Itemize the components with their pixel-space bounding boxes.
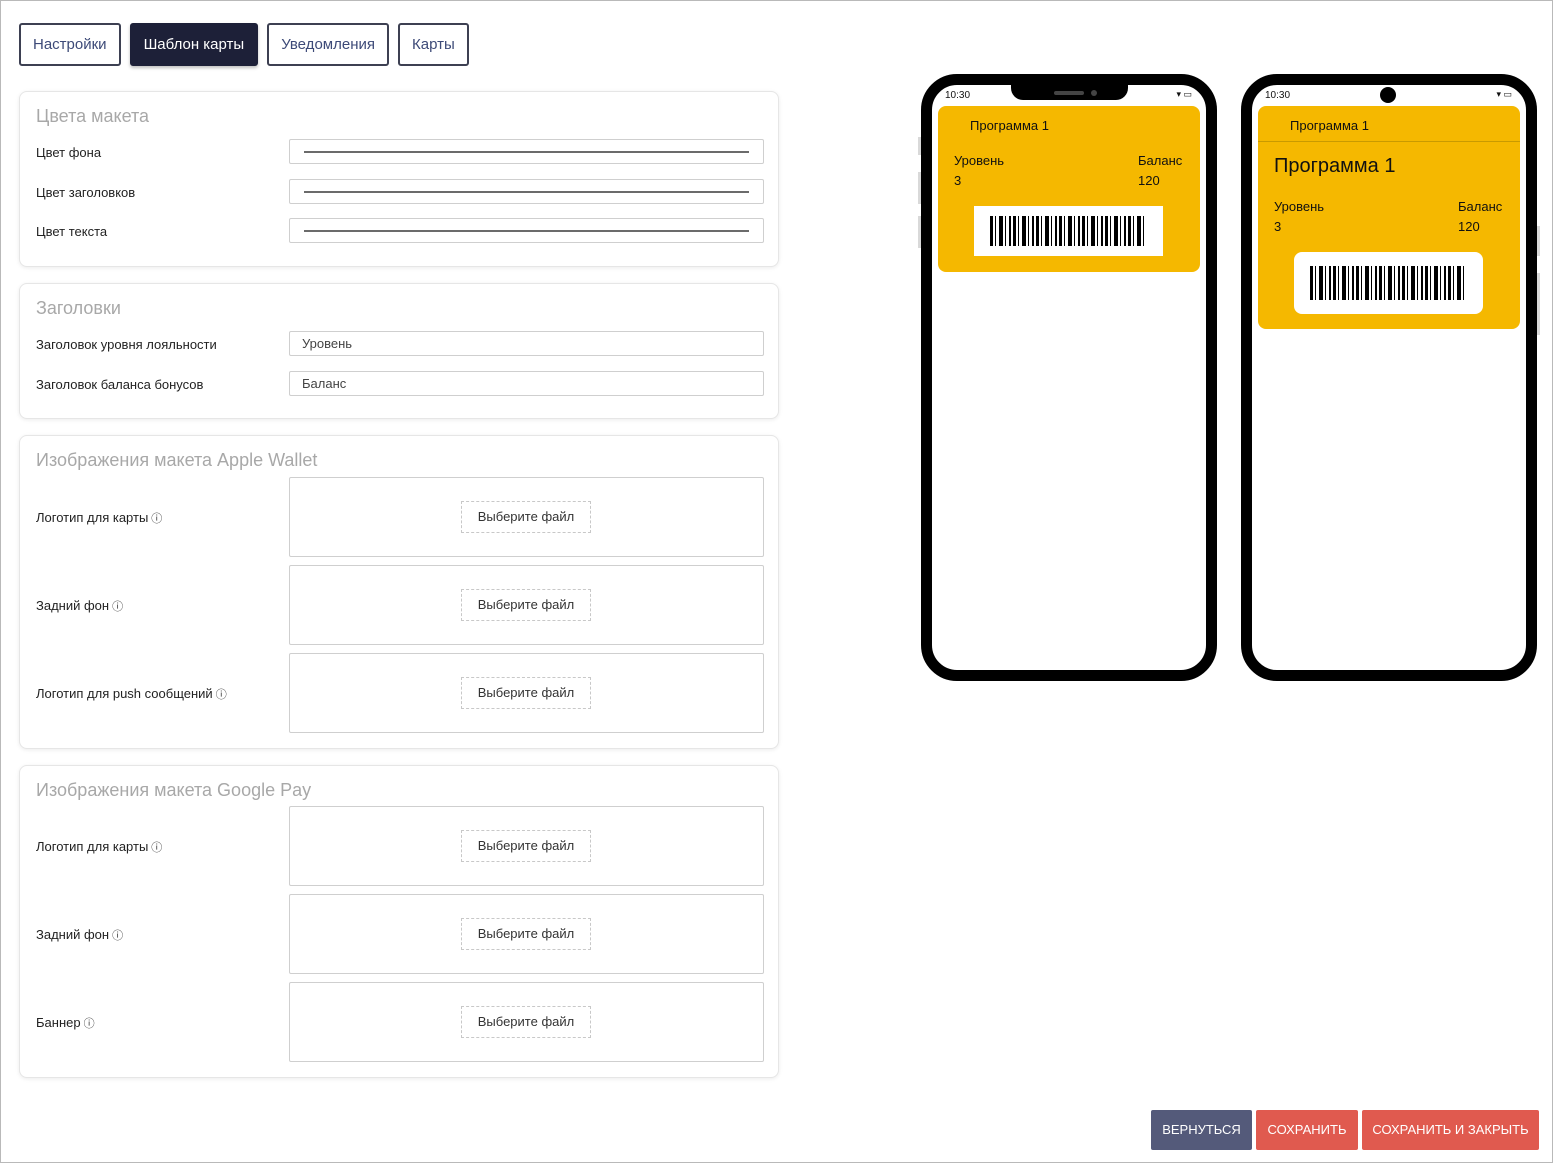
info-icon[interactable]: ⓘ (84, 1018, 95, 1030)
headers-color-picker[interactable] (289, 179, 764, 204)
speaker-bar (1054, 91, 1084, 95)
section-title: Цвета макета (36, 106, 150, 126)
front-camera (1091, 90, 1097, 96)
apple-wallet-card-preview: Программа 1 Уровень 3 Баланс 120 (938, 106, 1200, 272)
bonus-balance-header-field[interactable] (289, 371, 764, 396)
tab-bar: Настройки Шаблон карты Уведомления Карты (19, 23, 469, 66)
info-icon[interactable]: ⓘ (151, 513, 162, 525)
apple-card-logo-dropzone[interactable]: Выберите файл (289, 477, 764, 557)
row-label-text: Баннер (36, 1015, 81, 1030)
color-swatch-line (304, 151, 749, 153)
card-program-name-large: Программа 1 (1274, 155, 1396, 177)
row-label: Задний фон ⓘ (36, 927, 123, 943)
row-label: Логотип для карты ⓘ (36, 510, 162, 526)
layout-colors-section: Цвета макета Цвет фона Цвет заголовков Ц… (19, 91, 779, 267)
background-color-picker[interactable] (289, 139, 764, 164)
card-program-name-small: Программа 1 (1290, 118, 1369, 133)
card-program-name: Программа 1 (970, 118, 1049, 133)
apple-wallet-preview-phone: 10:30 ▾ ▭ Программа 1 Уровень 3 Баланс 1… (921, 74, 1217, 681)
bonus-balance-header-input[interactable] (290, 372, 763, 395)
status-time: 10:30 (1265, 90, 1291, 101)
section-title: Изображения макета Apple Wallet (36, 450, 318, 470)
status-time: 10:30 (945, 90, 971, 101)
google-card-logo-dropzone[interactable]: Выберите файл (289, 806, 764, 886)
barcode-icon (1310, 266, 1467, 300)
barcode-box (1294, 252, 1483, 314)
row-label: Баннер ⓘ (36, 1015, 95, 1031)
card-balance-value: 120 (1138, 173, 1160, 188)
back-button[interactable]: ВЕРНУТЬСЯ (1151, 1110, 1252, 1150)
row-label: Задний фон ⓘ (36, 598, 123, 614)
google-banner-dropzone[interactable]: Выберите файл (289, 982, 764, 1062)
loyalty-level-header-field[interactable] (289, 331, 764, 356)
choose-file-button[interactable]: Выберите файл (461, 830, 591, 862)
choose-file-button[interactable]: Выберите файл (461, 1006, 591, 1038)
headers-section: Заголовки Заголовок уровня лояльности За… (19, 283, 779, 419)
row-label: Заголовок уровня лояльности (36, 337, 217, 352)
apple-wallet-images-section: Изображения макета Apple Wallet Логотип … (19, 435, 779, 749)
loyalty-level-header-input[interactable] (290, 332, 763, 355)
row-label: Цвет фона (36, 145, 102, 160)
tab-notifications[interactable]: Уведомления (267, 23, 389, 66)
card-level-value: 3 (954, 173, 962, 188)
google-pay-card-preview: Программа 1 Программа 1 Уровень 3 Баланс… (1258, 106, 1520, 329)
choose-file-button[interactable]: Выберите файл (461, 501, 591, 533)
barcode-box (974, 206, 1163, 256)
card-level-label: Уровень (954, 153, 1005, 168)
section-title: Изображения макета Google Pay (36, 780, 312, 800)
color-swatch-line (304, 230, 749, 232)
phone-notch (1011, 85, 1128, 100)
info-icon[interactable]: ⓘ (151, 842, 162, 854)
tab-cards[interactable]: Карты (397, 23, 469, 66)
choose-file-button[interactable]: Выберите файл (461, 677, 591, 709)
card-balance-value: 120 (1458, 219, 1480, 234)
section-title: Заголовки (36, 298, 121, 318)
info-icon[interactable]: ⓘ (216, 689, 227, 701)
text-color-picker[interactable] (289, 218, 764, 243)
choose-file-button[interactable]: Выберите файл (461, 589, 591, 621)
info-icon[interactable]: ⓘ (112, 601, 123, 613)
tab-settings[interactable]: Настройки (19, 23, 121, 66)
google-background-dropzone[interactable]: Выберите файл (289, 894, 764, 974)
save-button[interactable]: СОХРАНИТЬ (1256, 1110, 1358, 1150)
row-label: Заголовок баланса бонусов (36, 377, 204, 392)
row-label-text: Логотип для карты (36, 839, 149, 854)
phone-side-button (1537, 226, 1540, 256)
card-balance-label: Баланс (1138, 153, 1183, 168)
info-icon[interactable]: ⓘ (112, 930, 123, 942)
tab-card-template[interactable]: Шаблон карты (129, 23, 259, 66)
color-swatch-line (304, 191, 749, 193)
card-level-value: 3 (1274, 219, 1282, 234)
apple-push-logo-dropzone[interactable]: Выберите файл (289, 653, 764, 733)
card-level-label: Уровень (1274, 199, 1325, 214)
row-label: Логотип для карты ⓘ (36, 839, 162, 855)
row-label: Цвет текста (36, 224, 108, 239)
card-balance-label: Баланс (1458, 199, 1503, 214)
google-pay-preview-phone: 10:30 ▾ ▭ Программа 1 Программа 1 Уровен… (1241, 74, 1537, 681)
phone-side-button (1537, 273, 1540, 335)
row-label-text: Логотип для push сообщений (36, 686, 213, 701)
row-label-text: Задний фон (36, 927, 110, 942)
google-pay-images-section: Изображения макета Google Pay Логотип дл… (19, 765, 779, 1078)
wifi-battery-icon: ▾ ▭ (1496, 89, 1512, 99)
barcode-icon (990, 216, 1147, 246)
card-divider (1258, 141, 1520, 142)
row-label: Цвет заголовков (36, 185, 136, 200)
wifi-battery-icon: ▾ ▭ (1176, 89, 1192, 99)
save-and-close-button[interactable]: СОХРАНИТЬ И ЗАКРЫТЬ (1362, 1110, 1539, 1150)
front-camera (1380, 87, 1396, 103)
row-label: Логотип для push сообщений ⓘ (36, 686, 227, 702)
row-label-text: Логотип для карты (36, 510, 149, 525)
choose-file-button[interactable]: Выберите файл (461, 918, 591, 950)
row-label-text: Задний фон (36, 598, 110, 613)
apple-background-dropzone[interactable]: Выберите файл (289, 565, 764, 645)
